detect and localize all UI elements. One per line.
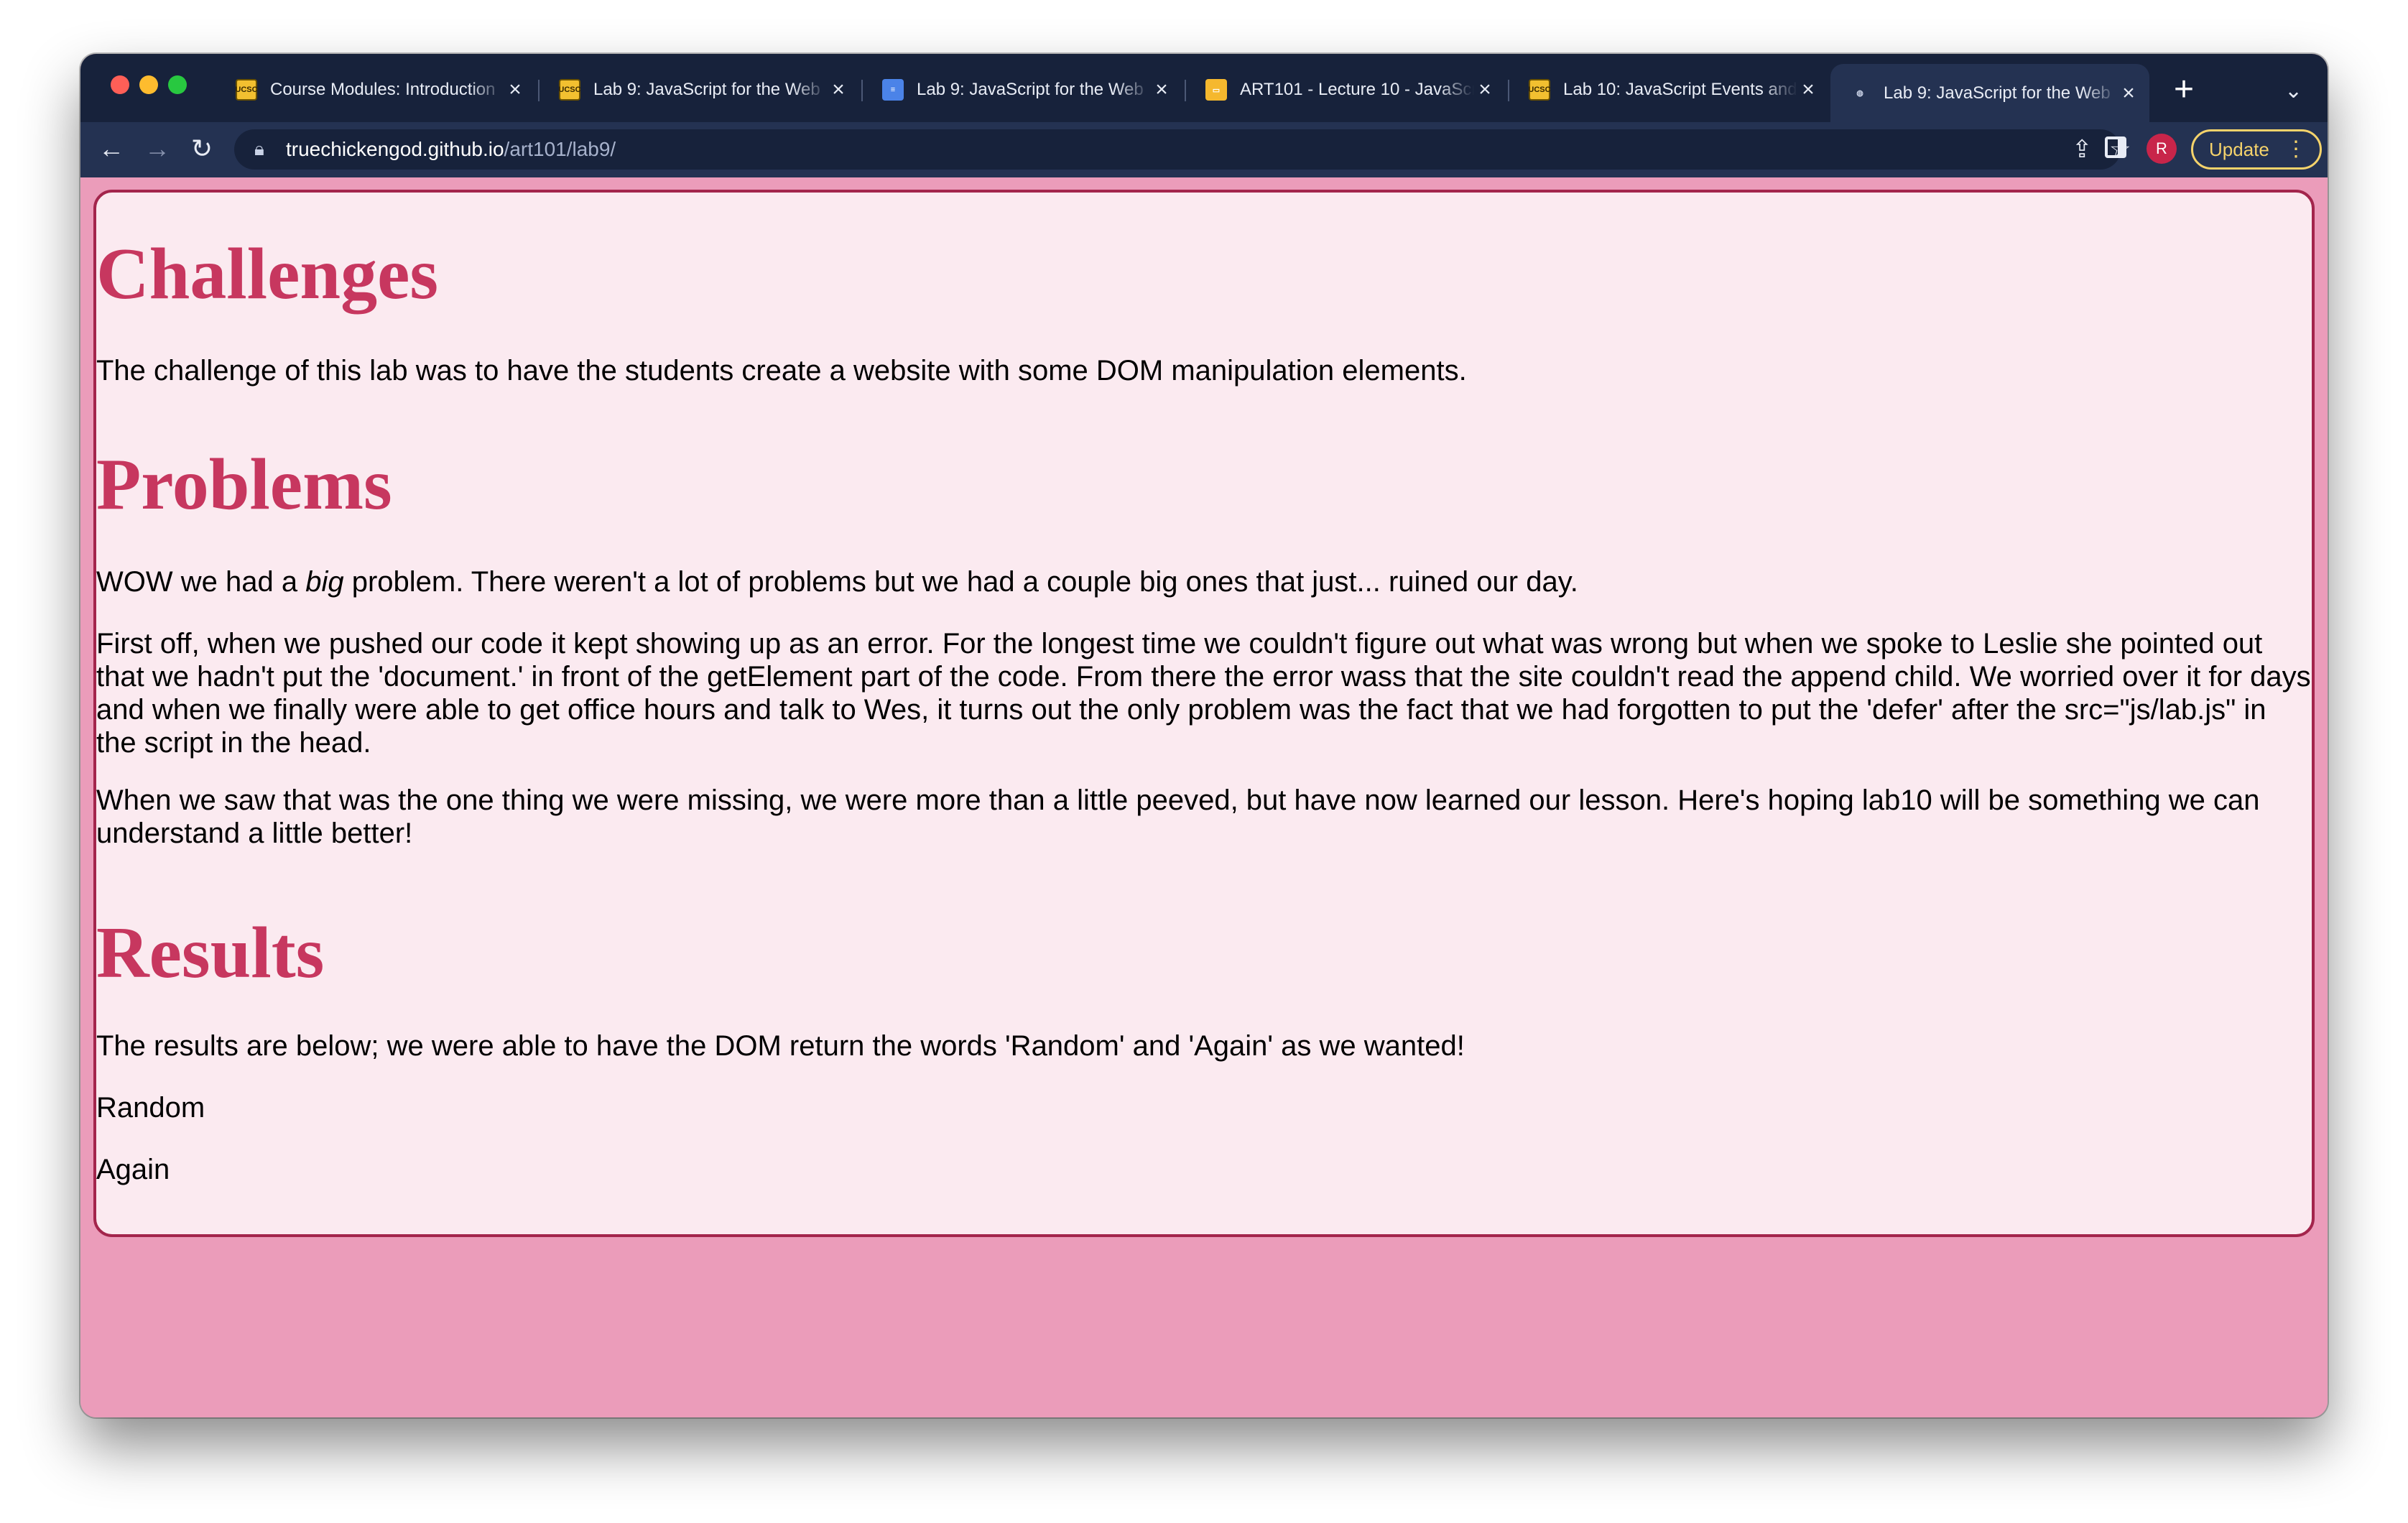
tab-lab9-ucsc[interactable]: UCSC Lab 9: JavaScript for the Web ×: [540, 67, 859, 113]
url-host: truechickengod.github.io: [286, 138, 504, 160]
zoom-window-button[interactable]: [168, 75, 187, 94]
tab-course-modules[interactable]: UCSC Course Modules: Introduction ×: [217, 67, 536, 113]
browser-window: UCSC Course Modules: Introduction × UCSC…: [80, 54, 2328, 1417]
reload-icon[interactable]: ↻: [185, 132, 218, 165]
problems-paragraph-3: When we saw that was the one thing we we…: [96, 784, 2260, 849]
browser-toolbar: ← → ↻ 🔒︎ truechickengod.github.io/art101…: [80, 122, 2328, 177]
minimize-window-button[interactable]: [139, 75, 158, 94]
results-paragraph: The results are below; we were able to h…: [96, 1030, 1465, 1062]
close-tab-icon[interactable]: ×: [504, 78, 526, 102]
tab-divider: [861, 80, 863, 101]
back-arrow-icon[interactable]: ←: [95, 132, 128, 165]
tab-title: Lab 10: JavaScript Events and: [1563, 80, 1797, 99]
tab-divider: [538, 80, 540, 101]
tab-art101-lecture[interactable]: ▭ ART101 - Lecture 10 - JavaScript ×: [1187, 67, 1506, 113]
tab-divider: [1185, 80, 1186, 101]
forward-arrow-icon[interactable]: →: [141, 132, 174, 165]
tab-title: ART101 - Lecture 10 - JavaScript: [1240, 80, 1474, 99]
close-tab-icon[interactable]: ×: [828, 78, 849, 102]
close-window-button[interactable]: [111, 75, 129, 94]
close-tab-icon[interactable]: ×: [2118, 81, 2139, 106]
content-container: Challenges The challenge of this lab was…: [93, 190, 2315, 1237]
challenges-paragraph: The challenge of this lab was to have th…: [96, 355, 1467, 386]
new-tab-plus-icon[interactable]: +: [2174, 68, 2194, 111]
ucsc-favicon-icon: UCSC: [558, 79, 581, 101]
problems-p1-emphasis: big: [305, 566, 344, 598]
globe-icon: ◍: [1856, 89, 1863, 98]
url-text[interactable]: truechickengod.github.io/art101/lab9/: [286, 138, 616, 161]
share-icon[interactable]: ⇪: [2072, 135, 2093, 164]
tab-strip: UCSC Course Modules: Introduction × UCSC…: [80, 54, 2328, 122]
tab-title: Course Modules: Introduction: [270, 80, 496, 99]
google-slides-icon: ▭: [1205, 79, 1227, 101]
side-panel-icon[interactable]: [2105, 136, 2126, 158]
tab-divider: [1508, 80, 1509, 101]
tab-title: Lab 9: JavaScript for the Web: [593, 80, 820, 99]
tab-lab10[interactable]: UCSC Lab 10: JavaScript Events and ×: [1510, 67, 1829, 113]
dom-output-again: Again: [96, 1154, 170, 1185]
tab-search-chevron-icon[interactable]: ⌄: [2284, 70, 2302, 113]
problems-p1-end: problem. There weren't a lot of problems…: [343, 566, 1578, 598]
problems-p1-start: WOW we had a: [96, 566, 306, 598]
lock-icon[interactable]: 🔒︎: [254, 138, 264, 161]
close-tab-icon[interactable]: ×: [1797, 78, 1819, 102]
tab-title: Lab 9: JavaScript for the Web: [917, 80, 1144, 99]
tab-lab9-active[interactable]: ◍ Lab 9: JavaScript for the Web ×: [1830, 64, 2149, 122]
close-tab-icon[interactable]: ×: [1474, 78, 1496, 102]
challenges-heading: Challenges: [96, 233, 439, 315]
ucsc-favicon-icon: UCSC: [1528, 79, 1551, 101]
url-path: /art101/lab9/: [504, 138, 616, 160]
problems-heading: Problems: [96, 444, 392, 525]
results-heading: Results: [96, 912, 325, 994]
tab-lab9-doc[interactable]: ≡ Lab 9: JavaScript for the Web ×: [863, 67, 1182, 113]
dom-output-random: Random: [96, 1092, 205, 1124]
tab-title: Lab 9: JavaScript for the Web: [1884, 83, 2111, 103]
update-label: Update: [2209, 138, 2269, 160]
page-viewport: Challenges The challenge of this lab was…: [80, 177, 2328, 1417]
close-tab-icon[interactable]: ×: [1151, 78, 1172, 102]
address-bar[interactable]: 🔒︎ truechickengod.github.io/art101/lab9/…: [234, 129, 2131, 170]
update-button[interactable]: Update ⋮: [2191, 129, 2322, 170]
more-menu-icon[interactable]: ⋮: [2285, 138, 2307, 161]
problems-paragraph-1: WOW we had a big problem. There weren't …: [96, 565, 2313, 598]
ucsc-favicon-icon: UCSC: [235, 79, 258, 101]
profile-avatar[interactable]: R: [2147, 134, 2177, 164]
google-docs-icon: ≡: [882, 79, 904, 101]
problems-paragraph-2: First off, when we pushed our code it ke…: [96, 628, 2311, 759]
